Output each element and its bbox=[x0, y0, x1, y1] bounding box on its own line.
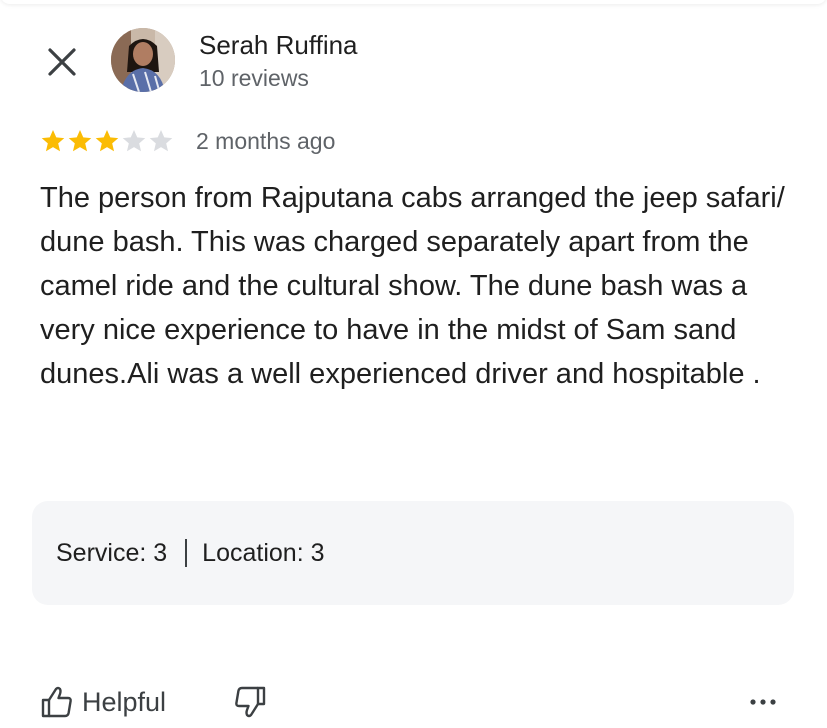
review-detail-page: Serah Ruffina 10 reviews 2 months ago Th… bbox=[0, 0, 827, 728]
aspect-service: Service: 3 bbox=[56, 539, 167, 568]
star-filled-icon bbox=[68, 129, 92, 152]
thumbs-down-icon bbox=[235, 686, 266, 718]
helpful-label: Helpful bbox=[82, 687, 167, 717]
reviewer-review-count: 10 reviews bbox=[199, 65, 309, 91]
star-empty-icon bbox=[122, 129, 146, 152]
more-horizontal-icon bbox=[750, 699, 776, 705]
star-empty-icon bbox=[149, 129, 173, 152]
aspect-label: Location: bbox=[202, 538, 304, 567]
reviewer-name[interactable]: Serah Ruffina bbox=[199, 29, 358, 61]
star-filled-icon bbox=[95, 129, 119, 152]
avatar-photo bbox=[111, 28, 175, 92]
avatar[interactable] bbox=[111, 28, 175, 92]
star-rating bbox=[40, 128, 174, 154]
aspect-value: 3 bbox=[310, 538, 325, 567]
thumbs-up-icon bbox=[41, 686, 72, 718]
close-button[interactable] bbox=[40, 40, 84, 84]
review-date: 2 months ago bbox=[196, 128, 336, 154]
more-options-button[interactable] bbox=[746, 686, 780, 718]
aspect-value: 3 bbox=[153, 538, 168, 567]
sheet-top-edge bbox=[0, 0, 827, 4]
star-filled-icon bbox=[41, 129, 65, 152]
aspect-location: Location: 3 bbox=[202, 539, 324, 568]
close-icon bbox=[48, 48, 76, 76]
aspect-divider bbox=[185, 539, 188, 567]
aspect-label: Service: bbox=[56, 538, 147, 567]
aspect-ratings-panel: Service: 3 Location: 3 bbox=[32, 501, 794, 605]
review-text: The person from Rajputana cabs arranged … bbox=[40, 182, 785, 390]
helpful-button[interactable]: Helpful bbox=[40, 682, 166, 722]
not-helpful-button[interactable] bbox=[232, 682, 268, 722]
